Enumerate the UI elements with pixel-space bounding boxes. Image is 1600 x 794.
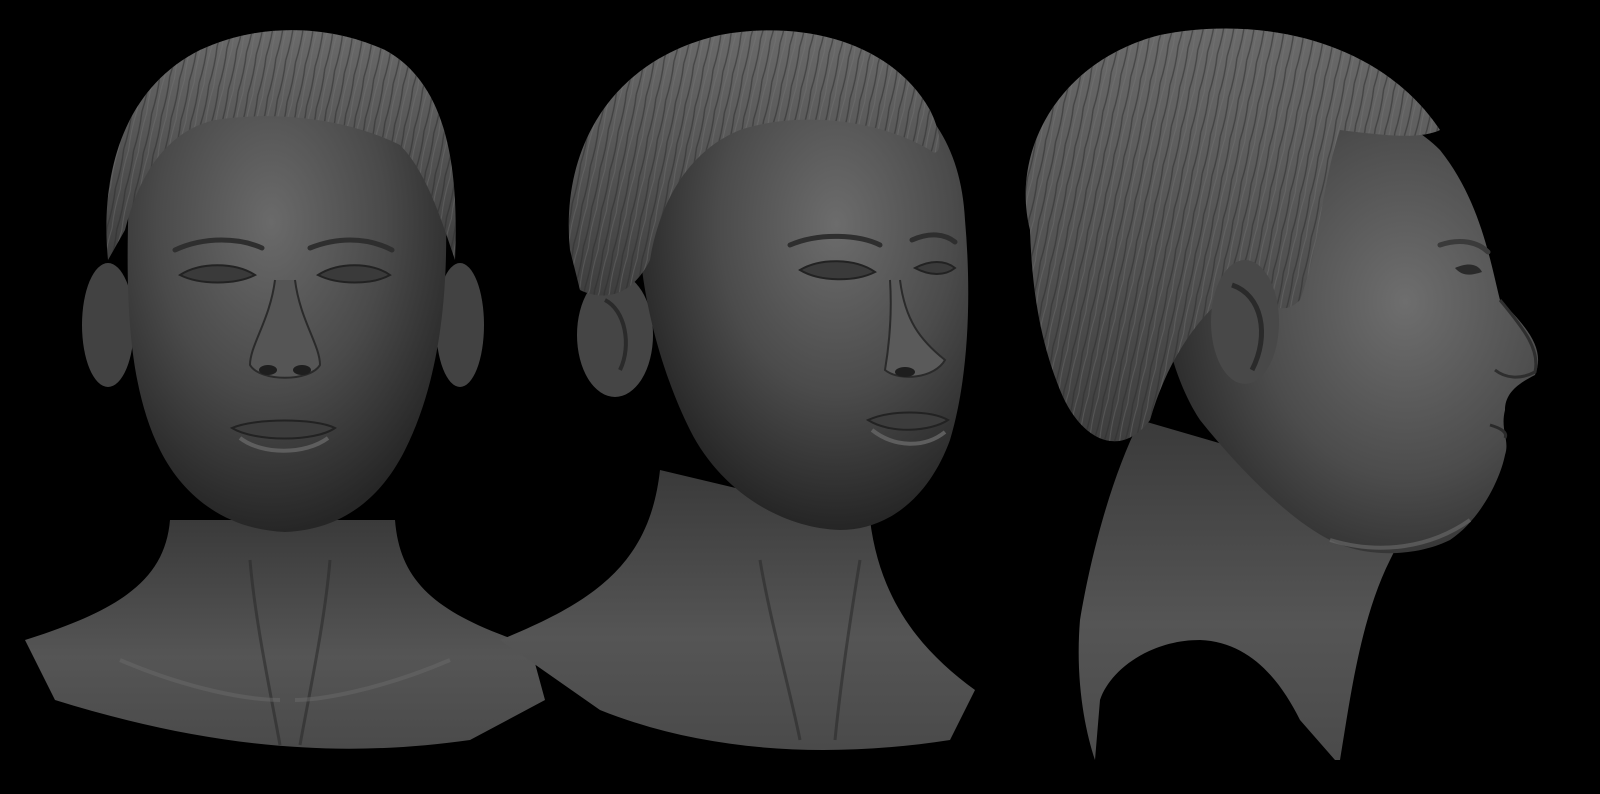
quarter-neck-shoulders	[500, 470, 975, 750]
front-neck-shoulders	[25, 520, 545, 749]
front-left-ear	[82, 263, 134, 387]
profile-ear	[1211, 260, 1279, 384]
sculpt-render-canvas	[0, 0, 1600, 794]
sculpt-renders	[25, 28, 1539, 760]
front-view	[25, 30, 545, 749]
profile-view	[1025, 28, 1539, 760]
three-quarter-view	[500, 30, 975, 750]
